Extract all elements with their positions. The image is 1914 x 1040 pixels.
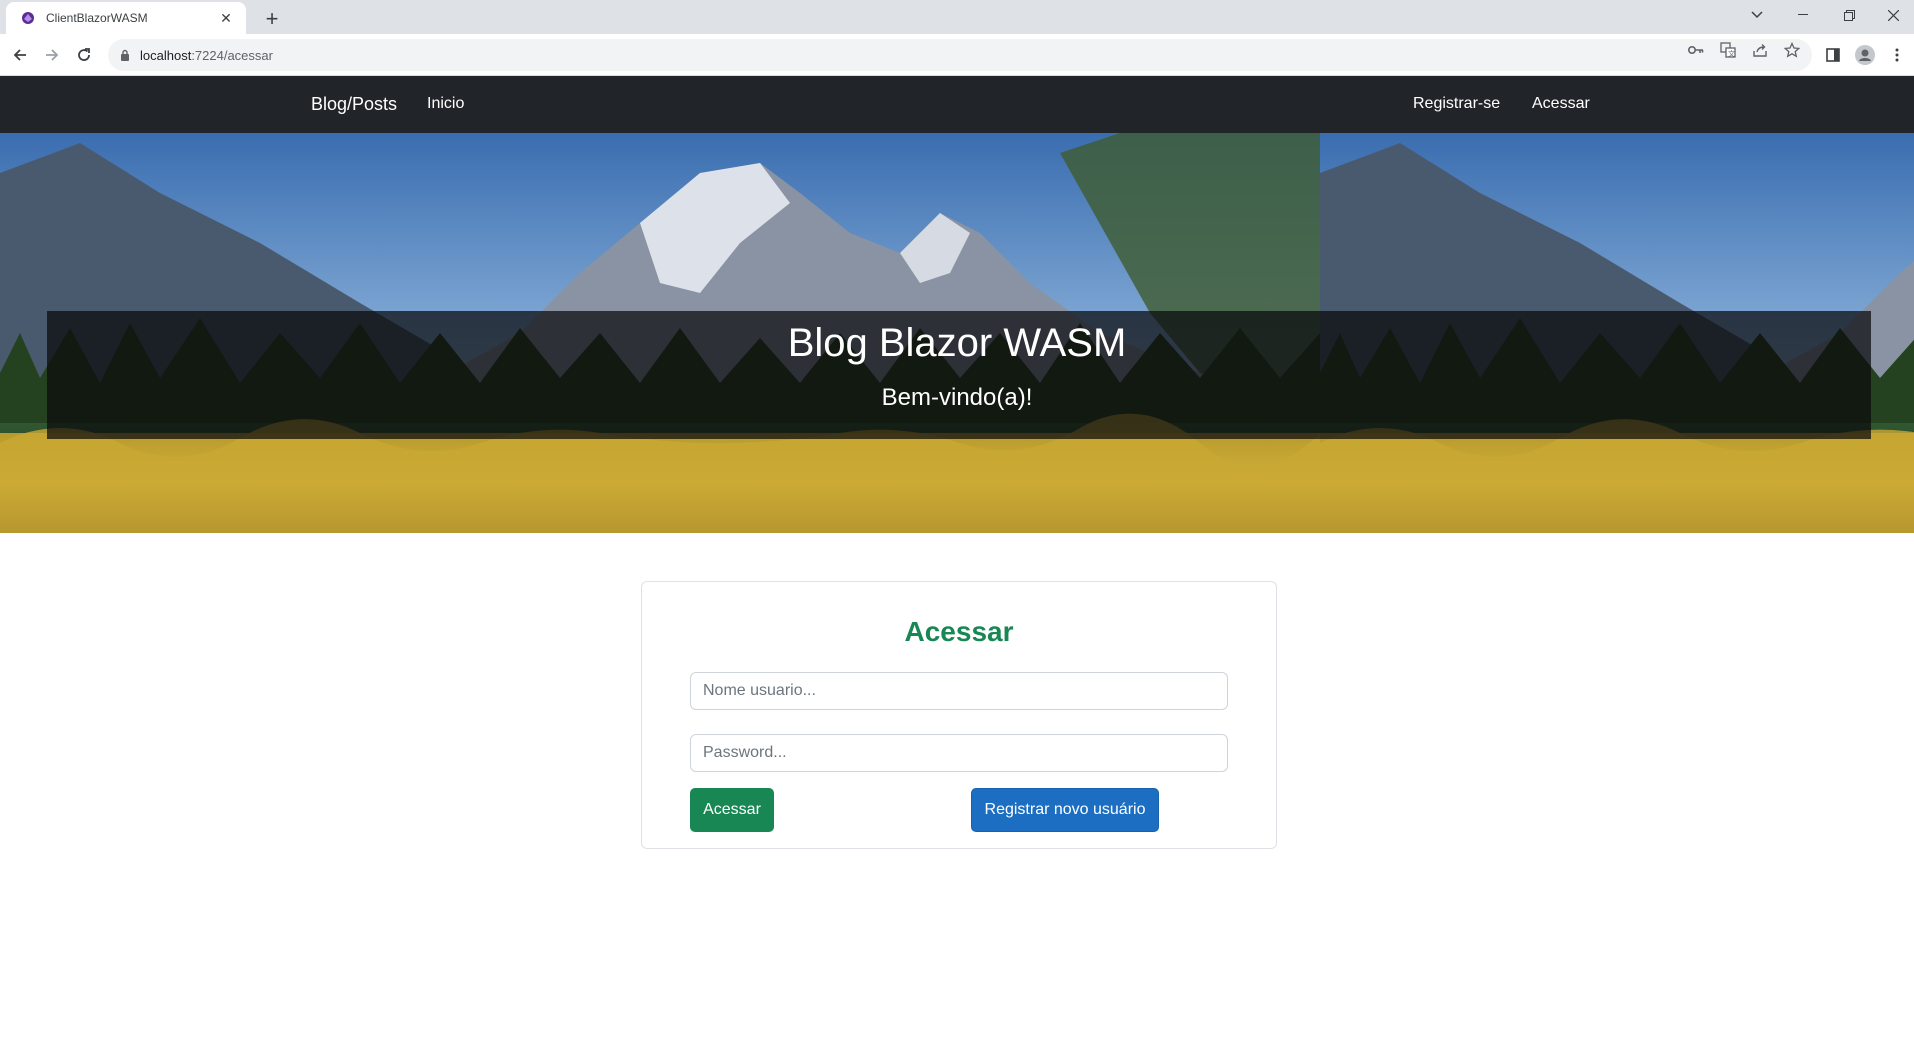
login-card: Acessar Acessar Registrar novo usuário xyxy=(641,581,1277,849)
hero-subtitle: Bem-vindo(a)! xyxy=(881,384,1033,411)
forward-icon[interactable] xyxy=(38,41,66,69)
acessar-button[interactable]: Acessar xyxy=(690,788,774,832)
reload-icon[interactable] xyxy=(70,41,98,69)
address-bar[interactable]: localhost:7224/acessar xyxy=(108,39,1812,71)
back-icon[interactable] xyxy=(6,41,34,69)
side-panel-icon[interactable] xyxy=(1823,45,1843,65)
tab-search-icon[interactable] xyxy=(1734,0,1780,30)
navbar-brand-link[interactable]: Blog/Posts xyxy=(311,94,397,115)
bookmark-star-icon[interactable] xyxy=(1784,42,1800,58)
hero-title: Blog Blazor WASM xyxy=(787,321,1127,365)
profile-avatar-icon[interactable] xyxy=(1855,45,1875,65)
hero-banner: Blog Blazor WASM Bem-vindo(a)! xyxy=(0,133,1914,533)
browser-tab-strip: ClientBlazorWASM ✕ + xyxy=(0,0,1914,34)
close-window-icon[interactable] xyxy=(1872,0,1914,30)
nav-link-registrar[interactable]: Registrar-se xyxy=(1413,95,1500,113)
password-key-icon[interactable] xyxy=(1688,42,1704,58)
minimize-icon[interactable] xyxy=(1780,0,1826,30)
svg-text:文: 文 xyxy=(1728,49,1735,58)
close-tab-icon[interactable]: ✕ xyxy=(216,8,236,28)
browser-tab[interactable]: ClientBlazorWASM ✕ xyxy=(6,2,246,34)
browser-toolbar: localhost:7224/acessar 文 xyxy=(0,34,1914,76)
kebab-menu-icon[interactable] xyxy=(1887,45,1907,65)
translate-icon[interactable]: 文 xyxy=(1720,42,1736,58)
new-tab-icon[interactable]: + xyxy=(258,5,286,33)
restore-icon[interactable] xyxy=(1826,0,1872,30)
lock-icon[interactable] xyxy=(120,49,130,61)
login-heading: Acessar xyxy=(904,616,1014,647)
tab-title: ClientBlazorWASM xyxy=(46,11,148,25)
nav-link-acessar[interactable]: Acessar xyxy=(1532,95,1590,113)
share-icon[interactable] xyxy=(1752,42,1768,58)
register-new-user-button[interactable]: Registrar novo usuário xyxy=(971,788,1159,832)
nav-link-inicio[interactable]: Inicio xyxy=(427,95,464,113)
site-navbar: Blog/Posts Inicio Registrar-se Acessar xyxy=(0,76,1914,133)
username-input[interactable] xyxy=(690,672,1228,710)
url-text: localhost:7224/acessar xyxy=(140,47,273,63)
password-input[interactable] xyxy=(690,734,1228,772)
blazor-favicon-icon xyxy=(20,10,36,26)
